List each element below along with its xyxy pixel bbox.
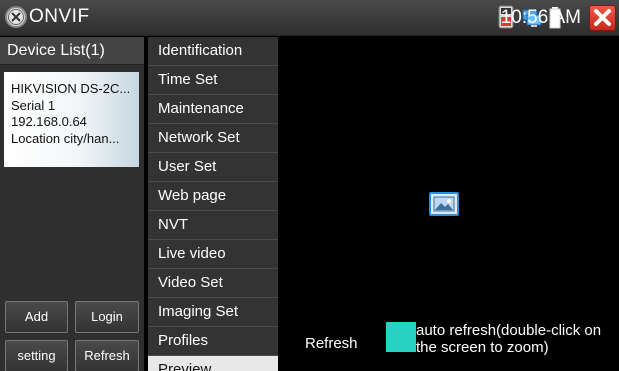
menu-item-time-set[interactable]: Time Set <box>148 66 278 95</box>
refresh-list-button[interactable]: Refresh <box>75 340 139 371</box>
device-card[interactable]: HIKVISION DS-2C... Serial 1 192.168.0.64… <box>4 72 139 167</box>
device-ip: 192.168.0.64 <box>11 114 87 129</box>
menu-item-nvt[interactable]: NVT <box>148 211 278 240</box>
menu-item-live-video[interactable]: Live video <box>148 240 278 269</box>
menu-item-video-set[interactable]: Video Set <box>148 269 278 298</box>
device-list-header: Device List(1) <box>0 37 144 65</box>
close-icon <box>594 9 611 26</box>
device-serial: Serial 1 <box>11 97 56 113</box>
menu-item-imaging-set[interactable]: Imaging Set <box>148 298 278 327</box>
add-button[interactable]: Add <box>5 301 68 333</box>
menu-item-user-set[interactable]: User Set <box>148 153 278 182</box>
top-bar: ONVIF 10:56 AM <box>0 0 619 36</box>
refresh-button[interactable]: Refresh <box>305 335 358 352</box>
function-menu: Identification Time Set Maintenance Netw… <box>148 37 278 371</box>
clock: 10:56 AM <box>500 7 581 28</box>
login-button[interactable]: Login <box>75 301 139 333</box>
setting-button[interactable]: setting <box>5 340 68 371</box>
menu-item-profiles[interactable]: Profiles <box>148 327 278 356</box>
device-list-panel: Device List(1) HIKVISION DS-2C... Serial… <box>0 37 144 371</box>
preview-area[interactable]: Refresh auto refresh(double-click on the… <box>280 37 619 371</box>
device-name: HIKVISION DS-2C... <box>11 81 131 96</box>
onvif-app-icon <box>5 6 27 28</box>
auto-refresh-checkbox[interactable] <box>386 322 416 352</box>
menu-item-identification[interactable]: Identification <box>148 37 278 66</box>
auto-refresh-label: auto refresh(double-click on the screen … <box>416 322 602 356</box>
image-icon <box>429 192 459 216</box>
menu-item-preview[interactable]: Preview <box>148 356 278 371</box>
menu-item-network-set[interactable]: Network Set <box>148 124 278 153</box>
menu-item-web-page[interactable]: Web page <box>148 182 278 211</box>
menu-item-maintenance[interactable]: Maintenance <box>148 95 278 124</box>
device-location: Location city/han... <box>11 130 120 146</box>
app-title: ONVIF <box>29 6 90 27</box>
close-button[interactable] <box>589 5 616 31</box>
